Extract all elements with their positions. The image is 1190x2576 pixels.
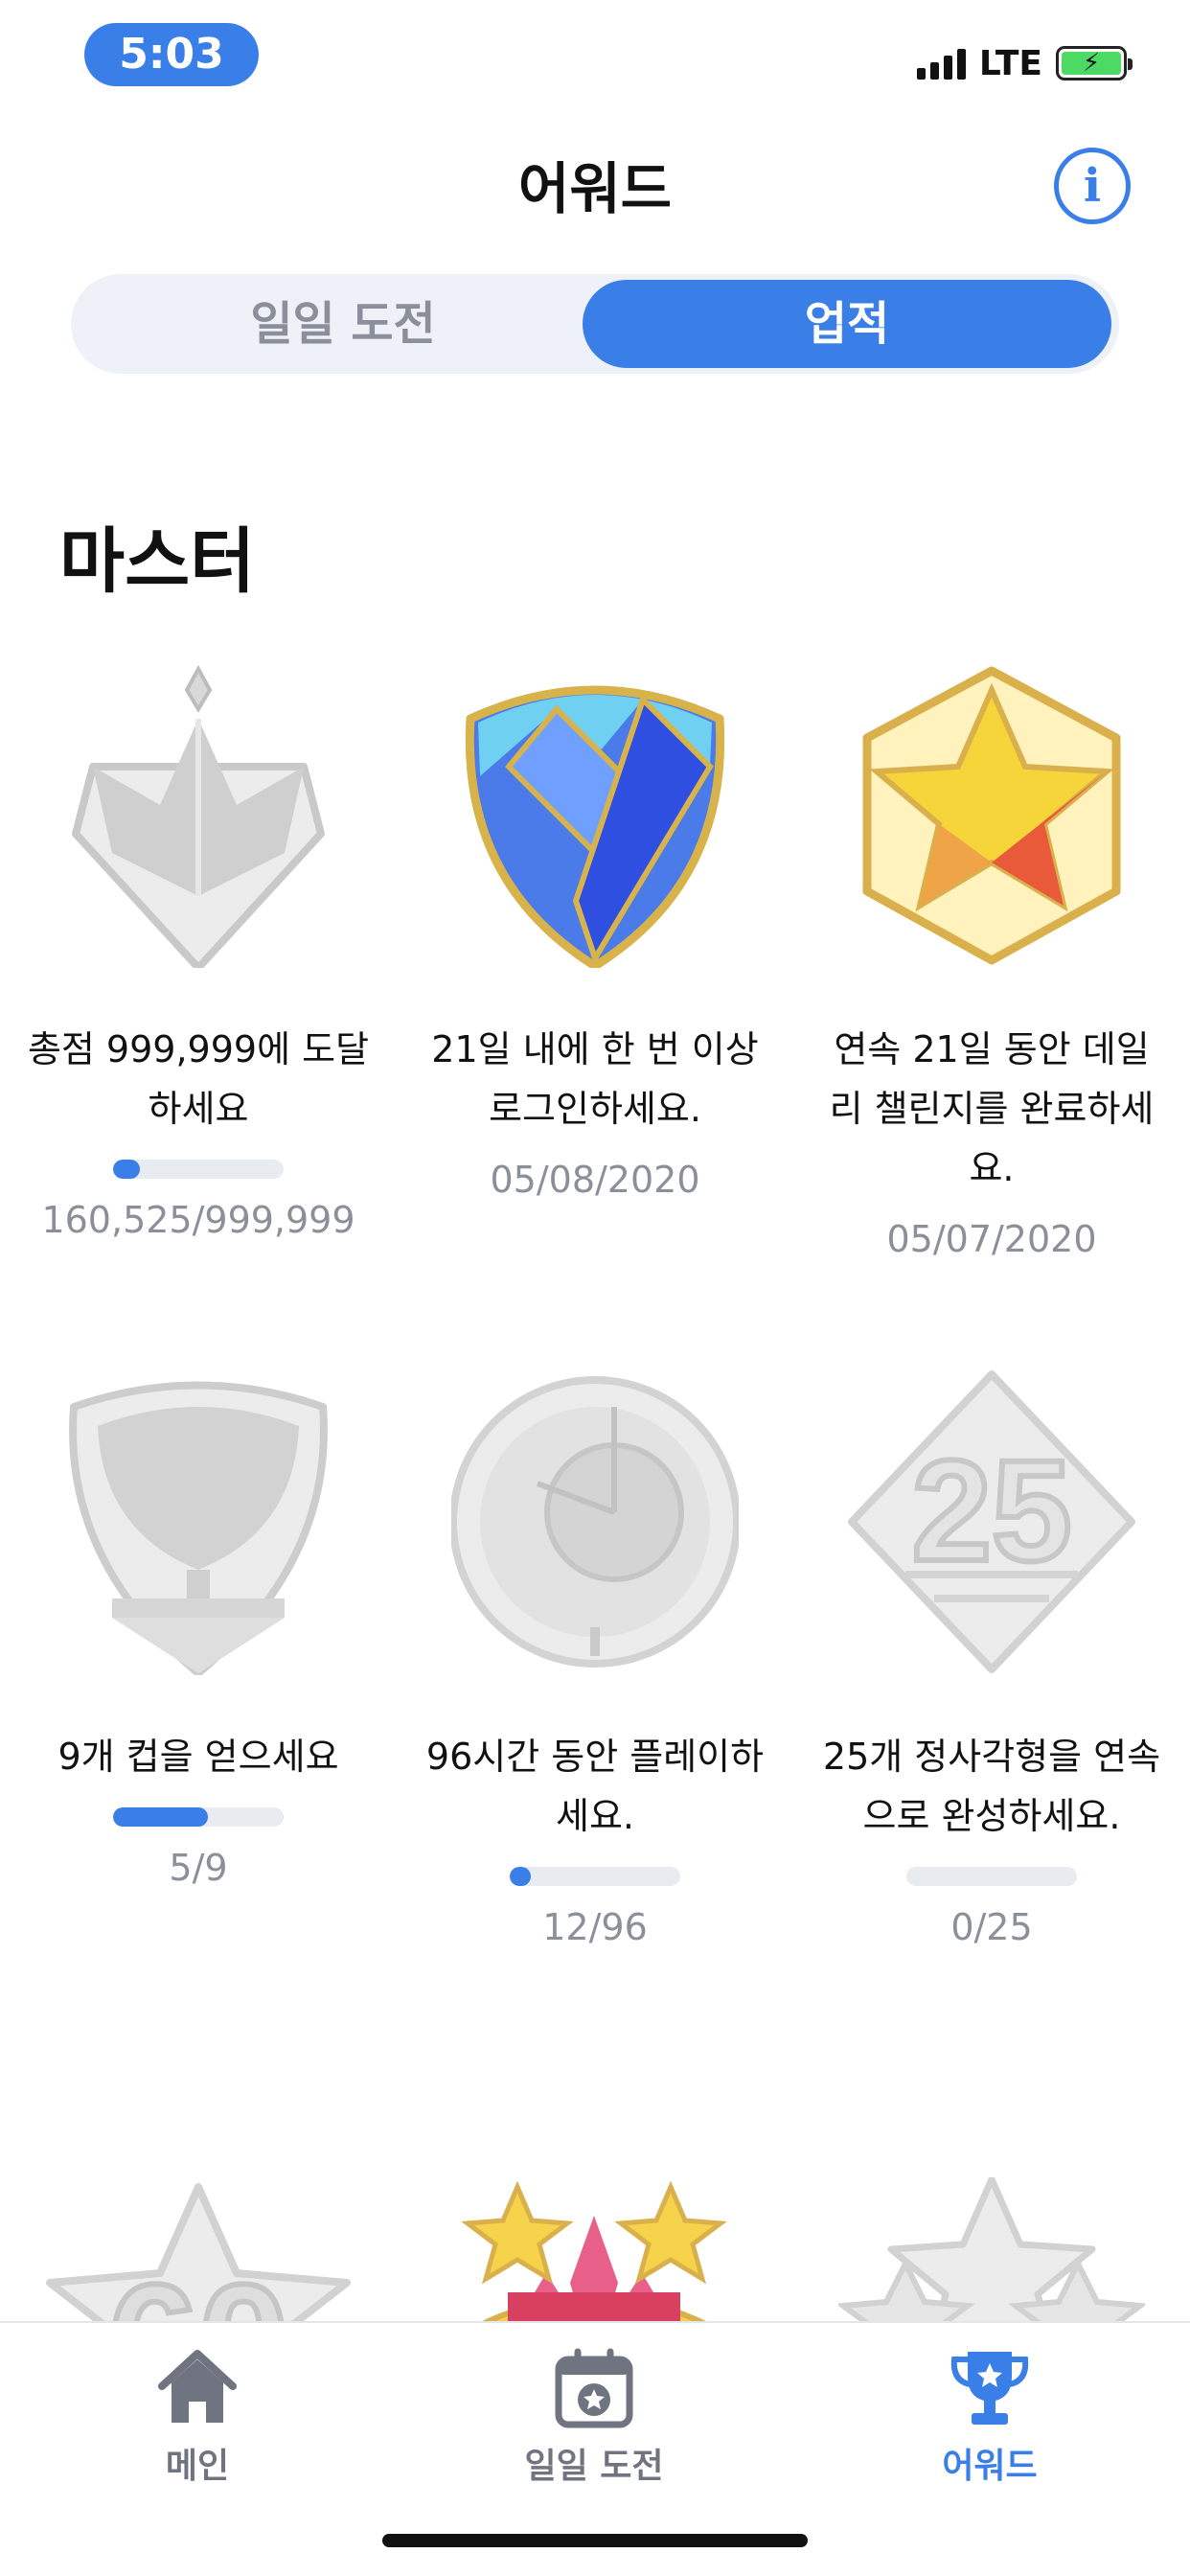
stars-badge-locked-icon[interactable] [838, 2177, 1145, 2321]
achievement-completed-date: 05/08/2020 [490, 1159, 700, 1201]
tab-achievements[interactable]: 업적 [583, 280, 1111, 368]
progress-bar [906, 1867, 1077, 1886]
achievement-progress-text: 160,525/999,999 [41, 1199, 355, 1241]
stars-burst-badge-icon[interactable] [450, 2177, 738, 2321]
tab-daily-challenge-nav[interactable]: 일일 도전 [479, 2344, 709, 2488]
badge-number: 60 [107, 2251, 288, 2321]
progress-fill [113, 1160, 141, 1179]
achievement-card[interactable]: 25 25개 정사각형을 연속으로 완성하세요. 0/25 [819, 1368, 1164, 1951]
tab-daily-challenge[interactable]: 일일 도전 [79, 280, 607, 368]
badge-number: 25 [912, 1430, 1072, 1591]
tab-label: 메인 [165, 2447, 230, 2486]
number-60-badge-locked-icon[interactable]: 60 [40, 2177, 356, 2321]
info-icon[interactable]: i [1054, 148, 1131, 224]
achievement-progress-text: 12/96 [542, 1906, 648, 1948]
home-indicator[interactable] [382, 2534, 808, 2547]
achievement-progress-text: 5/9 [169, 1847, 228, 1889]
achievement-progress-text: 0/25 [950, 1906, 1033, 1948]
page-title: 어워드 [517, 156, 673, 221]
status-bar: 5:03 LTE ⚡ [0, 0, 1190, 115]
section-title: 마스터 [59, 520, 256, 603]
status-indicators: LTE ⚡ [916, 40, 1133, 86]
achievement-description: 9개 컵을 얻으세요 [57, 1736, 339, 1778]
achievement-card[interactable]: 96시간 동안 플레이하세요. 12/96 [423, 1368, 767, 1951]
tab-awards[interactable]: 어워드 [875, 2344, 1105, 2488]
achievement-description: 96시간 동안 플레이하세요. [425, 1736, 765, 1837]
status-time: 5:03 [84, 23, 259, 86]
tab-label: 어워드 [942, 2447, 1038, 2486]
battery-charging-glyph: ⚡ [1062, 51, 1121, 76]
mountain-shield-badge-icon [465, 685, 725, 968]
tab-main[interactable]: 메인 [82, 2344, 312, 2488]
achievement-description: 총점 999,999에 도달하세요 [27, 1028, 370, 1130]
number-25-badge-locked-icon: 25 [848, 1370, 1135, 1673]
signal-strength-icon [916, 47, 966, 80]
achievement-card[interactable]: 21일 내에 한 번 이상 로그인하세요. 05/08/2020 [423, 661, 767, 1204]
progress-bar [113, 1160, 284, 1179]
trophy-icon [950, 2352, 1029, 2425]
clock-badge-locked-icon [451, 1376, 739, 1668]
calendar-star-icon [555, 2348, 633, 2428]
progress-bar [113, 1807, 284, 1827]
achievement-description: 25개 정사각형을 연속으로 완성하세요. [822, 1736, 1161, 1837]
achievement-card[interactable]: 9개 컵을 얻으세요 5/9 [26, 1368, 371, 1892]
star-hexagon-badge-icon [862, 666, 1121, 965]
crown-diamond-badge-locked-icon [72, 664, 325, 968]
progress-fill [113, 1807, 208, 1827]
network-type: LTE [978, 43, 1042, 83]
achievement-card[interactable]: 연속 21일 동안 데일리 챌린지를 완료하세요. 05/07/2020 [819, 661, 1164, 1263]
achievement-description: 연속 21일 동안 데일리 챌린지를 완료하세요. [829, 1028, 1155, 1189]
tab-label: 일일 도전 [524, 2447, 664, 2486]
battery-icon: ⚡ [1056, 46, 1133, 80]
progress-fill [510, 1867, 532, 1886]
achievement-completed-date: 05/07/2020 [886, 1218, 1097, 1260]
achievement-description: 21일 내에 한 번 이상 로그인하세요. [431, 1028, 759, 1130]
achievement-card[interactable]: 총점 999,999에 도달하세요 160,525/999,999 [26, 661, 371, 1244]
cup-badge-locked-icon [69, 1381, 328, 1675]
progress-bar [510, 1867, 680, 1886]
segmented-control: 일일 도전 업적 [71, 274, 1119, 374]
home-icon [158, 2350, 237, 2423]
